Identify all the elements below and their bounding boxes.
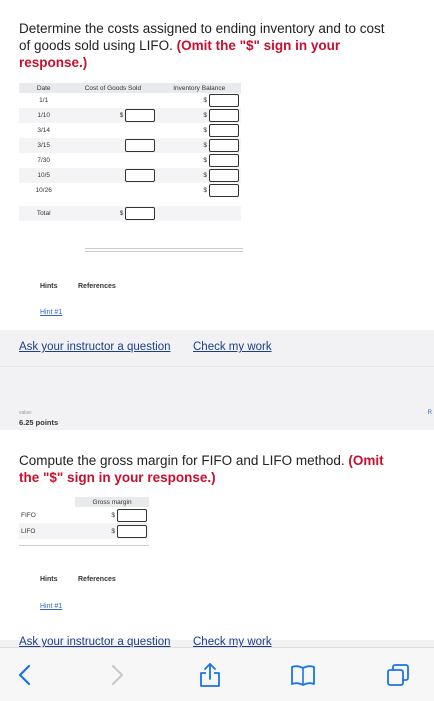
inventory-input[interactable] xyxy=(209,169,239,182)
cogs-total-cell: $ xyxy=(68,206,158,221)
tabs-icon[interactable] xyxy=(385,662,411,688)
references-tab[interactable]: References xyxy=(78,283,116,290)
inventory-cell: $ xyxy=(157,108,241,123)
hints-tab[interactable]: Hints xyxy=(40,283,58,290)
table-row: 1/1 $ xyxy=(19,93,241,108)
check-my-work-link[interactable]: Check my work xyxy=(193,341,272,353)
gross-margin-cell: $ xyxy=(75,523,149,539)
inventory-cell: $ xyxy=(157,183,241,198)
inventory-cell: $ xyxy=(157,123,241,138)
cogs-total-input[interactable] xyxy=(125,207,156,220)
question-2-text: Compute the gross margin for FIFO and LI… xyxy=(19,452,399,486)
cogs-cell xyxy=(68,93,157,108)
cogs-input[interactable] xyxy=(125,139,156,152)
row-date: 3/15 xyxy=(19,138,69,153)
hint-1-link[interactable]: Hint #1 xyxy=(40,603,62,610)
cogs-input[interactable] xyxy=(125,169,156,182)
col-header-gross-margin: Gross margin xyxy=(75,497,149,507)
row-date: 1/10 xyxy=(19,108,69,123)
share-icon[interactable] xyxy=(197,662,223,688)
gross-margin-table: Gross margin FIFO $ LIFO $ xyxy=(19,497,149,539)
references-tab[interactable]: References xyxy=(78,576,116,583)
row-label: FIFO xyxy=(21,511,36,519)
row-date: 3/14 xyxy=(37,127,51,134)
table-row: 1/10 $ $ xyxy=(19,108,241,123)
inventory-input[interactable] xyxy=(209,124,239,137)
inventory-cell: $ xyxy=(157,93,241,108)
table-row: 10/26 $ xyxy=(19,183,241,198)
inventory-cell: $ xyxy=(157,168,241,183)
inventory-cell: $ xyxy=(157,138,241,153)
section-divider xyxy=(0,366,434,367)
table-row: 3/14 $ xyxy=(19,123,241,138)
points-label: 6.25 points xyxy=(19,418,59,427)
table-row: FIFO $ xyxy=(19,507,149,523)
lifo-gross-margin-input[interactable] xyxy=(117,524,147,538)
inventory-input[interactable] xyxy=(209,154,239,167)
cogs-cell xyxy=(68,123,157,138)
total-label: Total xyxy=(19,206,69,221)
table-row: 10/5 $ xyxy=(19,168,241,183)
cogs-cell xyxy=(68,153,157,168)
lifo-table: Date Cost of Goods Sold Inventory Balanc… xyxy=(19,83,241,221)
fifo-gross-margin-input[interactable] xyxy=(117,508,147,522)
col-header-inventory: Inventory Balance xyxy=(157,83,241,93)
inventory-input[interactable] xyxy=(209,94,239,107)
total-underline xyxy=(85,248,243,249)
chevron-left-icon[interactable] xyxy=(12,662,38,688)
browser-toolbar xyxy=(0,647,434,701)
row-date: 7/30 xyxy=(37,157,51,164)
inventory-input[interactable] xyxy=(209,139,239,152)
inventory-cell: $ xyxy=(157,153,241,168)
gross-margin-cell: $ xyxy=(75,507,149,523)
total-double-underline xyxy=(85,251,243,252)
edge-marker[interactable]: R xyxy=(428,410,432,416)
chevron-right-icon[interactable] xyxy=(104,662,130,688)
table-row: 7/30 $ xyxy=(19,153,241,168)
table-row: 3/15 $ xyxy=(19,138,241,153)
value-label: value: xyxy=(19,410,33,416)
hint-1-link[interactable]: Hint #1 xyxy=(40,309,62,316)
cogs-input[interactable] xyxy=(125,109,156,122)
row-date: 1/1 xyxy=(39,97,49,104)
col-header-date: Date xyxy=(19,83,69,93)
question-1-text: Determine the costs assigned to ending i… xyxy=(19,20,399,71)
row-date: 10/5 xyxy=(19,168,69,183)
table-row: LIFO $ xyxy=(19,523,149,539)
inventory-input[interactable] xyxy=(209,184,239,197)
inventory-input[interactable] xyxy=(209,109,239,122)
row-date: 10/26 xyxy=(35,187,52,194)
cogs-cell xyxy=(68,183,157,198)
question-2-main: Compute the gross margin for FIFO and LI… xyxy=(19,453,345,468)
table2-underline xyxy=(19,545,149,546)
cogs-cell xyxy=(68,138,158,153)
col-header-cogs: Cost of Goods Sold xyxy=(68,83,158,93)
cogs-cell xyxy=(68,168,158,183)
total-row: Total $ xyxy=(19,206,241,221)
bookmarks-icon[interactable] xyxy=(290,662,316,688)
row-label: LIFO xyxy=(19,523,76,539)
ask-instructor-link[interactable]: Ask your instructor a question xyxy=(19,341,171,353)
cogs-cell: $ xyxy=(68,108,158,123)
hints-tab[interactable]: Hints xyxy=(40,576,58,583)
